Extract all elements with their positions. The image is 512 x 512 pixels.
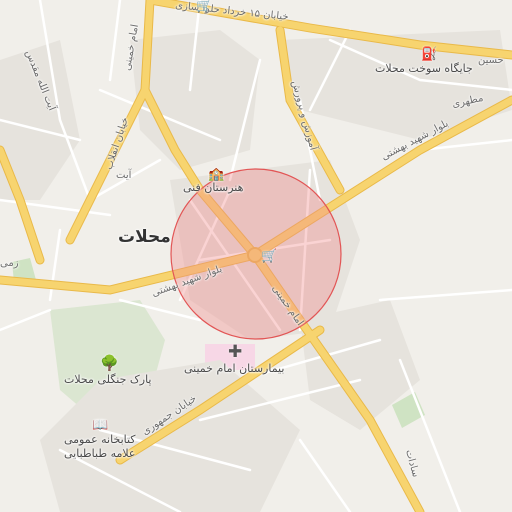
city-label: محلات (118, 227, 171, 247)
library-icon[interactable]: 📖 (92, 419, 108, 432)
road-label-hosseini: حسین (478, 55, 504, 66)
tree-icon[interactable]: 🌳 (100, 356, 119, 371)
poi-label-technical-school: هنرستان فنی (183, 181, 244, 194)
shop-icon[interactable]: 🛒 (261, 250, 277, 263)
poi-label-fuel-station: جایگاه سوخت محلات (375, 62, 473, 75)
poi-label-hospital: بیمارستان امام خمینی (184, 362, 285, 375)
school-icon[interactable]: 🏫 (208, 168, 224, 181)
road-label-ayat: آیت (116, 170, 132, 181)
shop-icon-north[interactable]: 🛒 (196, 0, 212, 13)
map-view[interactable]: محلات خیابان ۱۵ خرداد حلوا سازی امام خمی… (0, 0, 512, 512)
poi-label-library-line1: کتابخانه عمومی (64, 433, 136, 446)
fuel-icon[interactable]: ⛽ (421, 48, 437, 61)
poi-label-library-line2: علامه طباطبایی (64, 447, 136, 460)
search-radius-circle (170, 168, 342, 340)
hospital-icon[interactable]: ✚ (228, 344, 242, 361)
poi-label-park: پارک جنگلی محلات (64, 373, 152, 386)
road-label-zamin: زمی (0, 258, 19, 269)
